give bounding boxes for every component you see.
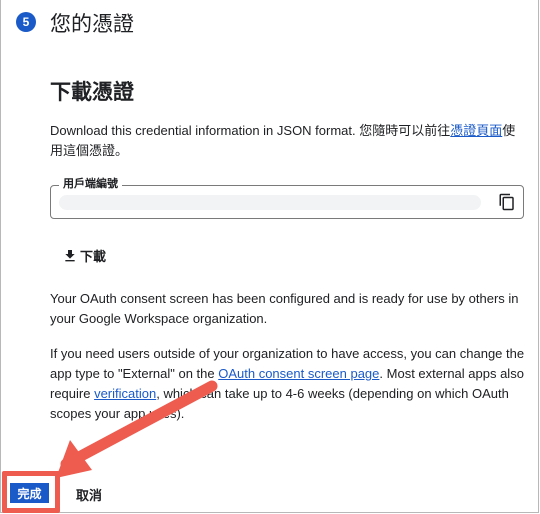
download-intro: Download this credential information in … [50, 121, 525, 161]
verification-link[interactable]: verification [94, 386, 156, 401]
client-id-field[interactable]: 用戶端編號 [50, 177, 524, 219]
consent-configured-text: Your OAuth consent screen has been confi… [50, 291, 519, 326]
copy-icon[interactable] [498, 193, 516, 211]
intro-text-before: Download this credential information in … [50, 123, 451, 138]
credentials-page-link[interactable]: 憑證頁面 [450, 123, 502, 138]
cancel-button[interactable]: 取消 [76, 485, 102, 504]
oauth-consent-screen-link[interactable]: OAuth consent screen page [218, 366, 379, 381]
client-id-value [59, 195, 481, 210]
external-access-text: If you need users outside of your organi… [50, 344, 525, 424]
download-icon [65, 249, 75, 261]
step-number-badge: 5 [16, 12, 36, 32]
section-title: 下載憑證 [50, 81, 134, 104]
step-title: 您的憑證 [50, 13, 134, 36]
download-label: 下載 [80, 249, 107, 264]
download-button[interactable]: 下載 [62, 246, 106, 265]
step-number: 5 [22, 15, 30, 29]
done-button[interactable]: 完成 [10, 483, 49, 503]
client-id-label: 用戶端編號 [59, 177, 122, 191]
